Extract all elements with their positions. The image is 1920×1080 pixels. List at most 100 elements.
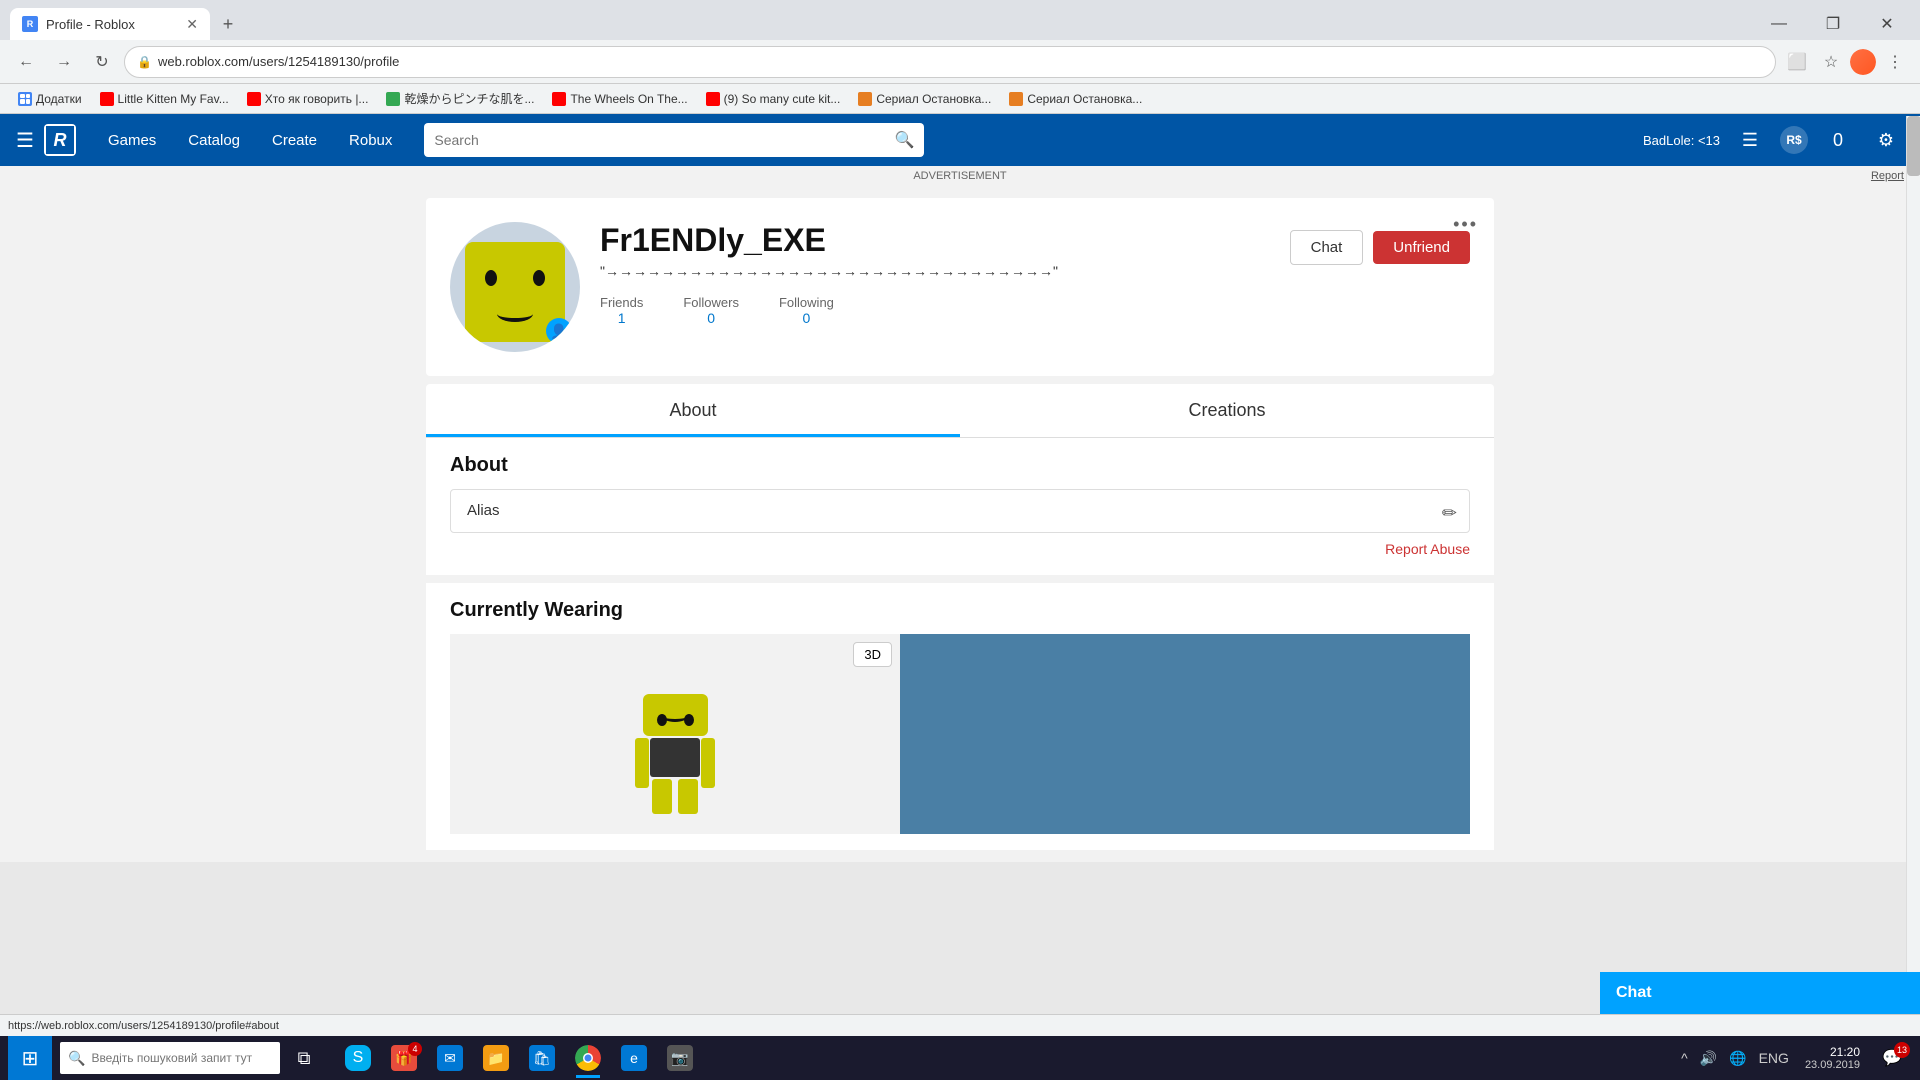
report-link[interactable]: Report bbox=[1871, 170, 1904, 182]
taskbar-apps: S 🎁 4 ✉ 📁 🛍 e 📷 bbox=[336, 1036, 702, 1080]
tray-network[interactable]: 🌐 bbox=[1725, 1050, 1750, 1067]
taskbar-search-input[interactable] bbox=[91, 1051, 272, 1065]
forward-button[interactable]: → bbox=[48, 46, 80, 78]
scroll-thumb[interactable] bbox=[1907, 116, 1920, 176]
new-tab-button[interactable]: + bbox=[214, 10, 242, 38]
leg-right bbox=[678, 779, 698, 814]
notification-badge: 13 bbox=[1894, 1042, 1910, 1058]
taskbar-search[interactable]: 🔍 bbox=[60, 1042, 280, 1074]
bookmark-serial1[interactable]: Сериал Остановка... bbox=[850, 90, 999, 108]
tab-close-button[interactable]: ✕ bbox=[186, 16, 198, 33]
window-controls: — ❐ ✕ bbox=[1756, 8, 1910, 40]
bookmark-wheels[interactable]: The Wheels On The... bbox=[544, 90, 695, 108]
bookmark-globe-label: 乾燥からピンチな肌を... bbox=[404, 90, 534, 107]
bookmark-addons[interactable]: Додатки bbox=[10, 90, 90, 108]
nav-links: Games Catalog Create Robux bbox=[92, 114, 408, 166]
nav-robux[interactable]: Robux bbox=[333, 114, 408, 166]
chat-widget-label: Chat bbox=[1616, 984, 1652, 1002]
bookmark-globe[interactable]: 乾燥からピンチな肌を... bbox=[378, 88, 542, 109]
bookmark-serial2-label: Сериал Остановка... bbox=[1027, 92, 1142, 106]
taskbar-store[interactable]: 🛍 bbox=[520, 1036, 564, 1080]
wearing-avatar bbox=[615, 674, 735, 834]
profile-icon[interactable] bbox=[1850, 49, 1876, 75]
tab-title: Profile - Roblox bbox=[46, 17, 135, 32]
nav-robux-balance[interactable]: R$ bbox=[1780, 126, 1808, 154]
taskbar-edge[interactable]: e bbox=[612, 1036, 656, 1080]
taskbar-mail[interactable]: ✉ bbox=[428, 1036, 472, 1080]
bookmark-serial2[interactable]: Сериал Остановка... bbox=[1001, 90, 1150, 108]
profile-status: "→→→→→→→→→→→→→→→→→→→→→→→→→→→→→→→→" bbox=[600, 263, 1270, 279]
alias-label: Alias bbox=[467, 502, 500, 519]
leg-left bbox=[652, 779, 672, 814]
bookmark-cats[interactable]: (9) So many cute kit... bbox=[698, 90, 849, 108]
avatar-legs bbox=[652, 779, 698, 814]
maximize-button[interactable]: ❐ bbox=[1810, 8, 1856, 40]
bookmark-kitten-label: Little Kitten My Fav... bbox=[118, 92, 229, 106]
address-bar[interactable]: 🔒 bbox=[124, 46, 1776, 78]
taskbar-chrome[interactable] bbox=[566, 1036, 610, 1080]
tray-up-arrow[interactable]: ^ bbox=[1677, 1050, 1692, 1066]
search-button[interactable]: 🔍 bbox=[894, 130, 914, 150]
nav-feed-icon[interactable]: ☰ bbox=[1732, 122, 1768, 158]
report-abuse-button[interactable]: Report Abuse bbox=[1385, 541, 1470, 557]
taskview-button[interactable]: ⧉ bbox=[284, 1036, 324, 1080]
avatar-head-small bbox=[643, 694, 708, 736]
system-clock[interactable]: 21:20 23.09.2019 bbox=[1797, 1045, 1868, 1071]
edit-alias-icon[interactable]: ✏ bbox=[1442, 503, 1457, 524]
bookmark-kitten[interactable]: Little Kitten My Fav... bbox=[92, 90, 237, 108]
nav-games[interactable]: Games bbox=[92, 114, 172, 166]
close-button[interactable]: ✕ bbox=[1864, 8, 1910, 40]
report-abuse-container: Report Abuse bbox=[450, 541, 1470, 559]
wearing-avatar-area: 3D bbox=[450, 634, 900, 834]
avatar-mouth bbox=[662, 710, 688, 722]
roblox-logo[interactable]: R bbox=[44, 124, 76, 156]
bookmark-icon[interactable]: ☆ bbox=[1816, 47, 1846, 77]
taskbar: ⊞ 🔍 ⧉ S 🎁 4 ✉ 📁 🛍 bbox=[0, 1036, 1920, 1080]
friends-label: Friends bbox=[600, 295, 643, 310]
following-count[interactable]: 0 bbox=[779, 310, 834, 326]
3d-toggle-button[interactable]: 3D bbox=[853, 642, 892, 667]
browser-tab-active[interactable]: R Profile - Roblox ✕ bbox=[10, 8, 210, 40]
nav-right: BadLole: <13 ☰ R$ 0 ⚙ bbox=[1643, 122, 1904, 158]
scrollbar[interactable] bbox=[1906, 116, 1920, 1014]
nav-catalog[interactable]: Catalog bbox=[172, 114, 256, 166]
tab-creations[interactable]: Creations bbox=[960, 384, 1494, 437]
profile-info: Fr1ENDly_EXE "→→→→→→→→→→→→→→→→→→→→→→→→→→… bbox=[600, 222, 1270, 326]
refresh-button[interactable]: ↻ bbox=[86, 46, 118, 78]
profile-options-dots[interactable]: ••• bbox=[1453, 214, 1478, 235]
minimize-button[interactable]: — bbox=[1756, 8, 1802, 40]
taskbar-notification-icon[interactable]: 💬 13 bbox=[1872, 1036, 1912, 1080]
chat-widget[interactable]: Chat bbox=[1600, 972, 1920, 1014]
wearing-section: Currently Wearing 3D bbox=[426, 583, 1494, 850]
about-title: About bbox=[450, 454, 1470, 477]
nav-settings-icon[interactable]: ⚙ bbox=[1868, 122, 1904, 158]
tab-about[interactable]: About bbox=[426, 384, 960, 437]
nav-notifications-icon[interactable]: 0 bbox=[1820, 122, 1856, 158]
tray-volume[interactable]: 🔊 bbox=[1696, 1050, 1721, 1067]
translate-icon[interactable]: ⬜ bbox=[1782, 47, 1812, 77]
menu-icon[interactable]: ⋮ bbox=[1880, 47, 1910, 77]
chat-button[interactable]: Chat bbox=[1290, 230, 1364, 265]
search-bar[interactable]: 🔍 bbox=[424, 123, 924, 157]
nav-create[interactable]: Create bbox=[256, 114, 333, 166]
hamburger-menu[interactable]: ☰ bbox=[16, 128, 34, 153]
taskbar-gift[interactable]: 🎁 4 bbox=[382, 1036, 426, 1080]
search-input[interactable] bbox=[434, 132, 894, 148]
taskbar-skype[interactable]: S bbox=[336, 1036, 380, 1080]
arm-left bbox=[635, 738, 649, 788]
followers-count[interactable]: 0 bbox=[683, 310, 739, 326]
taskbar-files[interactable]: 📁 bbox=[474, 1036, 518, 1080]
url-input[interactable] bbox=[158, 54, 1763, 69]
back-button[interactable]: ← bbox=[10, 46, 42, 78]
start-button[interactable]: ⊞ bbox=[8, 1036, 52, 1080]
profile-content: 👤 Fr1ENDly_EXE "→→→→→→→→→→→→→→→→→→→→→→→→… bbox=[410, 186, 1510, 862]
toolbar-right: ⬜ ☆ ⋮ bbox=[1782, 47, 1910, 77]
unfriend-button[interactable]: Unfriend bbox=[1373, 231, 1470, 264]
taskbar-camera[interactable]: 📷 bbox=[658, 1036, 702, 1080]
notifications-count: 0 bbox=[1833, 130, 1843, 151]
bookmark-yt2[interactable]: Хто як говорить |... bbox=[239, 90, 377, 108]
tray-lang[interactable]: ENG bbox=[1755, 1050, 1793, 1066]
friends-count[interactable]: 1 bbox=[600, 310, 643, 326]
about-section: About Alias ✏ Report Abuse bbox=[426, 438, 1494, 575]
followers-label: Followers bbox=[683, 295, 739, 310]
